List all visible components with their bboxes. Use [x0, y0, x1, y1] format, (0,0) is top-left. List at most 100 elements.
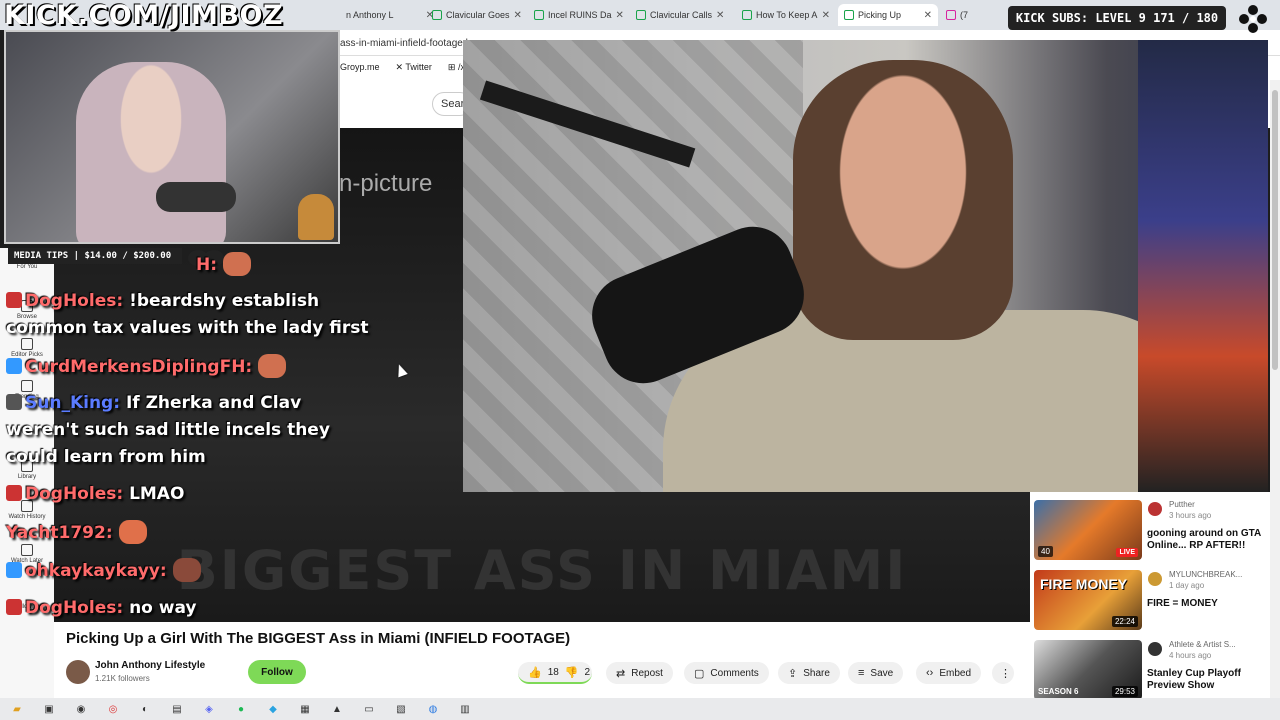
- telegram-icon[interactable]: ◆: [262, 701, 284, 717]
- chat-message-continued: weren't such sad little incels they: [6, 417, 426, 444]
- save-label: Save: [870, 667, 894, 679]
- close-icon[interactable]: ✕: [514, 10, 522, 21]
- thumbs-down-icon[interactable]: 👎: [565, 666, 579, 679]
- like-count: 18: [547, 666, 559, 678]
- channel-banner: KICK.COM/JIMBOZ: [4, 0, 284, 31]
- tab-picking-up[interactable]: Picking Up ✕: [838, 4, 938, 26]
- recommendation-thumbnail[interactable]: FIRE MONEY 22:24: [1034, 570, 1142, 630]
- tab-label: (7: [960, 10, 969, 20]
- recommendation-title[interactable]: Stanley Cup Playoff Preview Show: [1147, 668, 1280, 692]
- emote-icon: [172, 558, 201, 582]
- chat-message: Sun_King: If Zherka and Clav: [6, 390, 426, 417]
- tab-clavicular-calls[interactable]: Clavicular Calls ✕: [630, 4, 730, 26]
- pip-text: n-picture: [339, 170, 433, 197]
- recommendation-thumbnail[interactable]: SEASON 6 29:53: [1034, 640, 1142, 700]
- instagram-icon: [946, 10, 956, 20]
- subs-goal-bar: KICK SUBS: LEVEL 9 171 / 180: [1008, 6, 1226, 30]
- search-text: Sear: [441, 98, 465, 110]
- url-text: ass-in-miami-infield-footage.h: [340, 38, 472, 49]
- streamer-facecam: [463, 40, 1268, 492]
- repost-icon: ⇄: [616, 667, 626, 680]
- browser-icon[interactable]: ◍: [422, 701, 444, 717]
- badge-icon: [6, 394, 22, 410]
- chrome-icon[interactable]: ◎: [102, 701, 124, 717]
- terminal-icon[interactable]: ▣: [38, 701, 60, 717]
- channel-avatar[interactable]: [1148, 502, 1162, 516]
- app-icon[interactable]: ▲: [326, 701, 348, 717]
- badge-icon: [6, 292, 22, 308]
- chat-message: DogHoles: !beardshy establish: [6, 288, 426, 315]
- rumble-icon: [636, 10, 646, 20]
- comments-button[interactable]: ▢ Comments: [684, 662, 769, 684]
- recommendation-item[interactable]: SEASON 6 29:53 Athlete & Artist S... 4 h…: [1034, 640, 1280, 702]
- channel-name[interactable]: Putther: [1169, 500, 1195, 509]
- channel-name[interactable]: MYLUNCHBREAK...: [1169, 570, 1242, 579]
- chat-username: DogHoles:: [25, 484, 124, 504]
- follow-button[interactable]: Follow: [248, 660, 306, 684]
- share-button[interactable]: ⇪ Share: [778, 662, 840, 684]
- thumbs-up-icon[interactable]: 👍: [528, 666, 542, 679]
- tab-incel-ruins[interactable]: Incel RUINS Da ✕: [528, 4, 628, 26]
- video-info: Picking Up a Girl With The BIGGEST Ass i…: [54, 622, 1030, 700]
- close-icon[interactable]: ✕: [616, 10, 624, 21]
- chat-username: H:: [196, 255, 218, 275]
- chat-text: !beardshy establish: [129, 291, 320, 311]
- upload-time: 1 day ago: [1169, 581, 1205, 590]
- bookmark-twitter[interactable]: ✕ Twitter: [396, 62, 432, 73]
- tab-how-to-keep[interactable]: How To Keep A ✕: [736, 4, 836, 26]
- tab-label: How To Keep A: [756, 10, 818, 20]
- rumble-icon: [742, 10, 752, 20]
- tab-clavicular-goes[interactable]: Clavicular Goes ✕: [426, 4, 526, 26]
- scrollbar-thumb[interactable]: [1272, 90, 1278, 370]
- repost-label: Repost: [631, 667, 663, 679]
- more-options-button[interactable]: ⋮: [992, 662, 1014, 684]
- chat-message: H:: [6, 252, 426, 279]
- spotify-icon[interactable]: ●: [230, 701, 252, 717]
- channel-name[interactable]: Athlete & Artist S...: [1169, 640, 1236, 649]
- app-icon[interactable]: ▧: [390, 701, 412, 717]
- channel-avatar[interactable]: [1148, 572, 1162, 586]
- tab-john-anthony[interactable]: n Anthony L ✕: [340, 4, 440, 26]
- live-badge: LIVE: [1116, 548, 1138, 557]
- streamer-face: [793, 60, 1013, 340]
- tab-label: Clavicular Goes: [446, 10, 510, 20]
- channel-avatar[interactable]: [1148, 642, 1162, 656]
- chat-text: If Zherka and Clav: [125, 393, 302, 413]
- tab-instagram[interactable]: (7: [940, 4, 1000, 26]
- close-icon[interactable]: ✕: [822, 10, 830, 21]
- close-icon[interactable]: ✕: [716, 10, 724, 21]
- badge-icon: [6, 599, 22, 615]
- molecule-logo-icon: [1239, 5, 1267, 33]
- channel-name[interactable]: John Anthony Lifestyle: [95, 660, 205, 671]
- repost-button[interactable]: ⇄ Repost: [606, 662, 673, 684]
- video-title: Picking Up a Girl With The BIGGEST Ass i…: [66, 630, 571, 647]
- recommendation-title[interactable]: FIRE = MONEY: [1147, 598, 1280, 610]
- app-icon[interactable]: ▤: [166, 701, 188, 717]
- embed-button[interactable]: ‹› Embed: [916, 662, 982, 684]
- upload-time: 3 hours ago: [1169, 511, 1212, 520]
- steam-icon[interactable]: ◐: [134, 701, 156, 717]
- chat-message: CurdMerkensDiplingFH:: [6, 354, 426, 381]
- chat-message: DogHoles: LMAO: [6, 481, 426, 508]
- chat-text: weren't such sad little incels they: [6, 420, 330, 440]
- app-icon[interactable]: ▭: [358, 701, 380, 717]
- rumble-icon: [844, 10, 854, 20]
- discord-icon[interactable]: ◈: [198, 701, 220, 717]
- video-duration: 29:53: [1111, 686, 1138, 697]
- channel-avatar[interactable]: [66, 660, 90, 684]
- recommendation-title[interactable]: gooning around on GTA Online... RP AFTER…: [1147, 528, 1280, 552]
- close-icon[interactable]: ✕: [924, 10, 932, 21]
- bookmark-groyp[interactable]: Groyp.me: [340, 62, 380, 72]
- recommendation-item[interactable]: 40 LIVE Putther 3 hours ago gooning arou…: [1034, 500, 1280, 562]
- app-icon[interactable]: ▥: [454, 701, 476, 717]
- guest-person: [76, 62, 226, 242]
- obs-icon[interactable]: ◉: [70, 701, 92, 717]
- recommendation-thumbnail[interactable]: 40 LIVE: [1034, 500, 1142, 560]
- recommendation-item[interactable]: FIRE MONEY 22:24 MYLUNCHBREAK... 1 day a…: [1034, 570, 1280, 632]
- file-explorer-icon[interactable]: ▰: [6, 701, 28, 717]
- rumble-icon: [432, 10, 442, 20]
- app-icon[interactable]: ▦: [294, 701, 316, 717]
- save-button[interactable]: ≡ Save: [848, 662, 904, 684]
- chat-text: LMAO: [129, 484, 185, 504]
- follower-count: 1.21K followers: [95, 674, 150, 683]
